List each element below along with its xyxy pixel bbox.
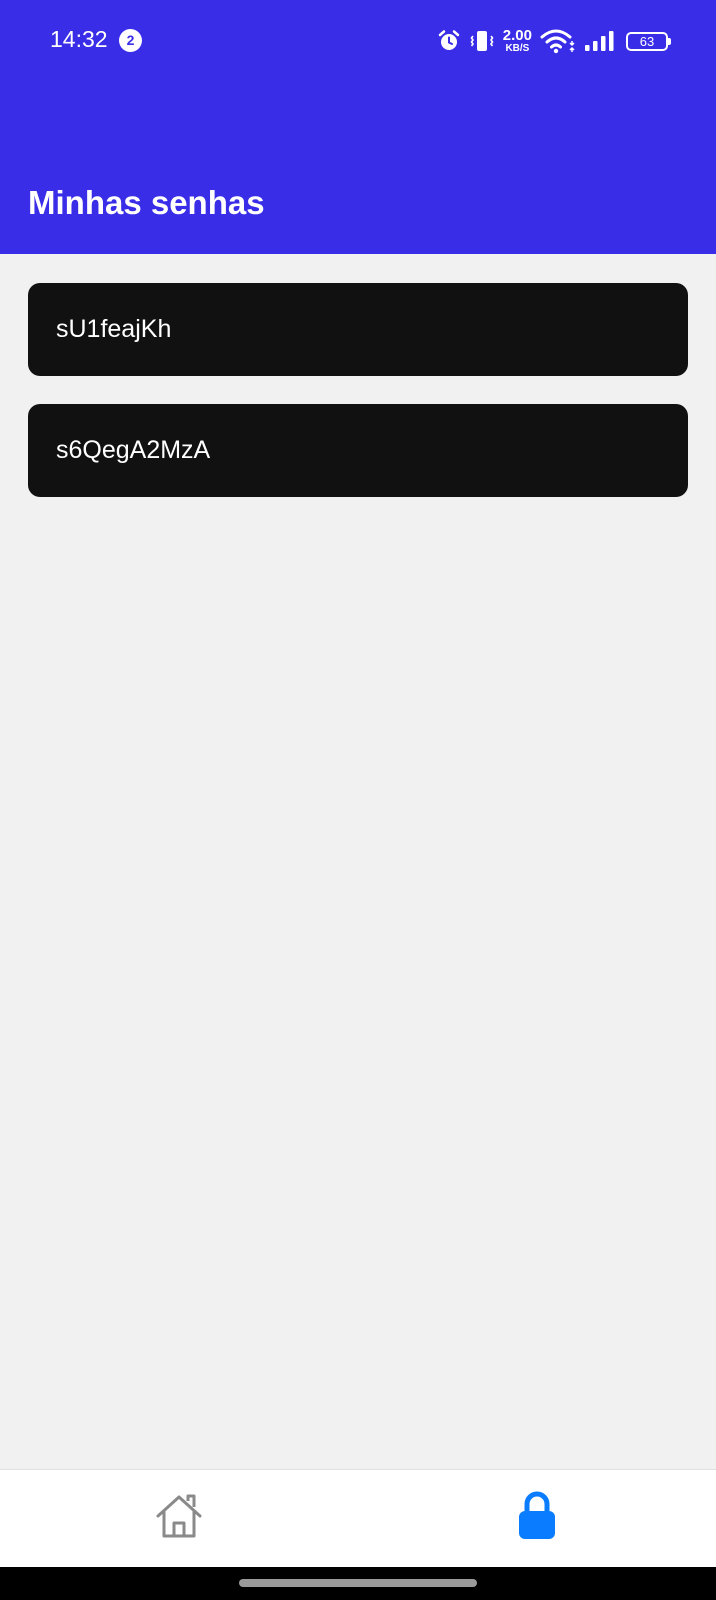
password-list: sU1feajKh s6QegA2MzA [28,283,688,525]
wifi-icon [540,28,576,54]
app-header: 14:32 2 2.00 KB/S 63 Minhas senhas [0,0,716,254]
network-speed-unit: KB/S [505,43,530,54]
gesture-handle[interactable] [239,1579,477,1587]
page-title: Minhas senhas [28,184,265,221]
home-icon [154,1492,204,1545]
password-item[interactable]: s6QegA2MzA [28,404,688,497]
alarm-icon [437,29,461,53]
network-speed-value: 2.00 [502,27,532,44]
nav-home-tab[interactable] [0,1470,358,1567]
bottom-navigation [0,1469,716,1567]
network-speed: 2.00 KB/S [503,28,532,54]
nav-passwords-tab[interactable] [358,1470,716,1567]
notification-count-badge: 2 [119,29,142,52]
signal-icon [584,30,616,52]
status-icons: 2.00 KB/S 63 [429,24,671,58]
battery-indicator: 63 [626,31,671,51]
app-screen: 14:32 2 2.00 KB/S 63 Minhas senhas sU1fe… [0,0,716,1600]
lock-icon [517,1491,557,1546]
system-navigation-bar [0,1567,716,1600]
password-item[interactable]: sU1feajKh [28,283,688,376]
vibrate-icon [469,29,495,53]
status-bar: 14:32 2 2.00 KB/S 63 [0,0,716,84]
status-time: 14:32 [50,26,108,52]
